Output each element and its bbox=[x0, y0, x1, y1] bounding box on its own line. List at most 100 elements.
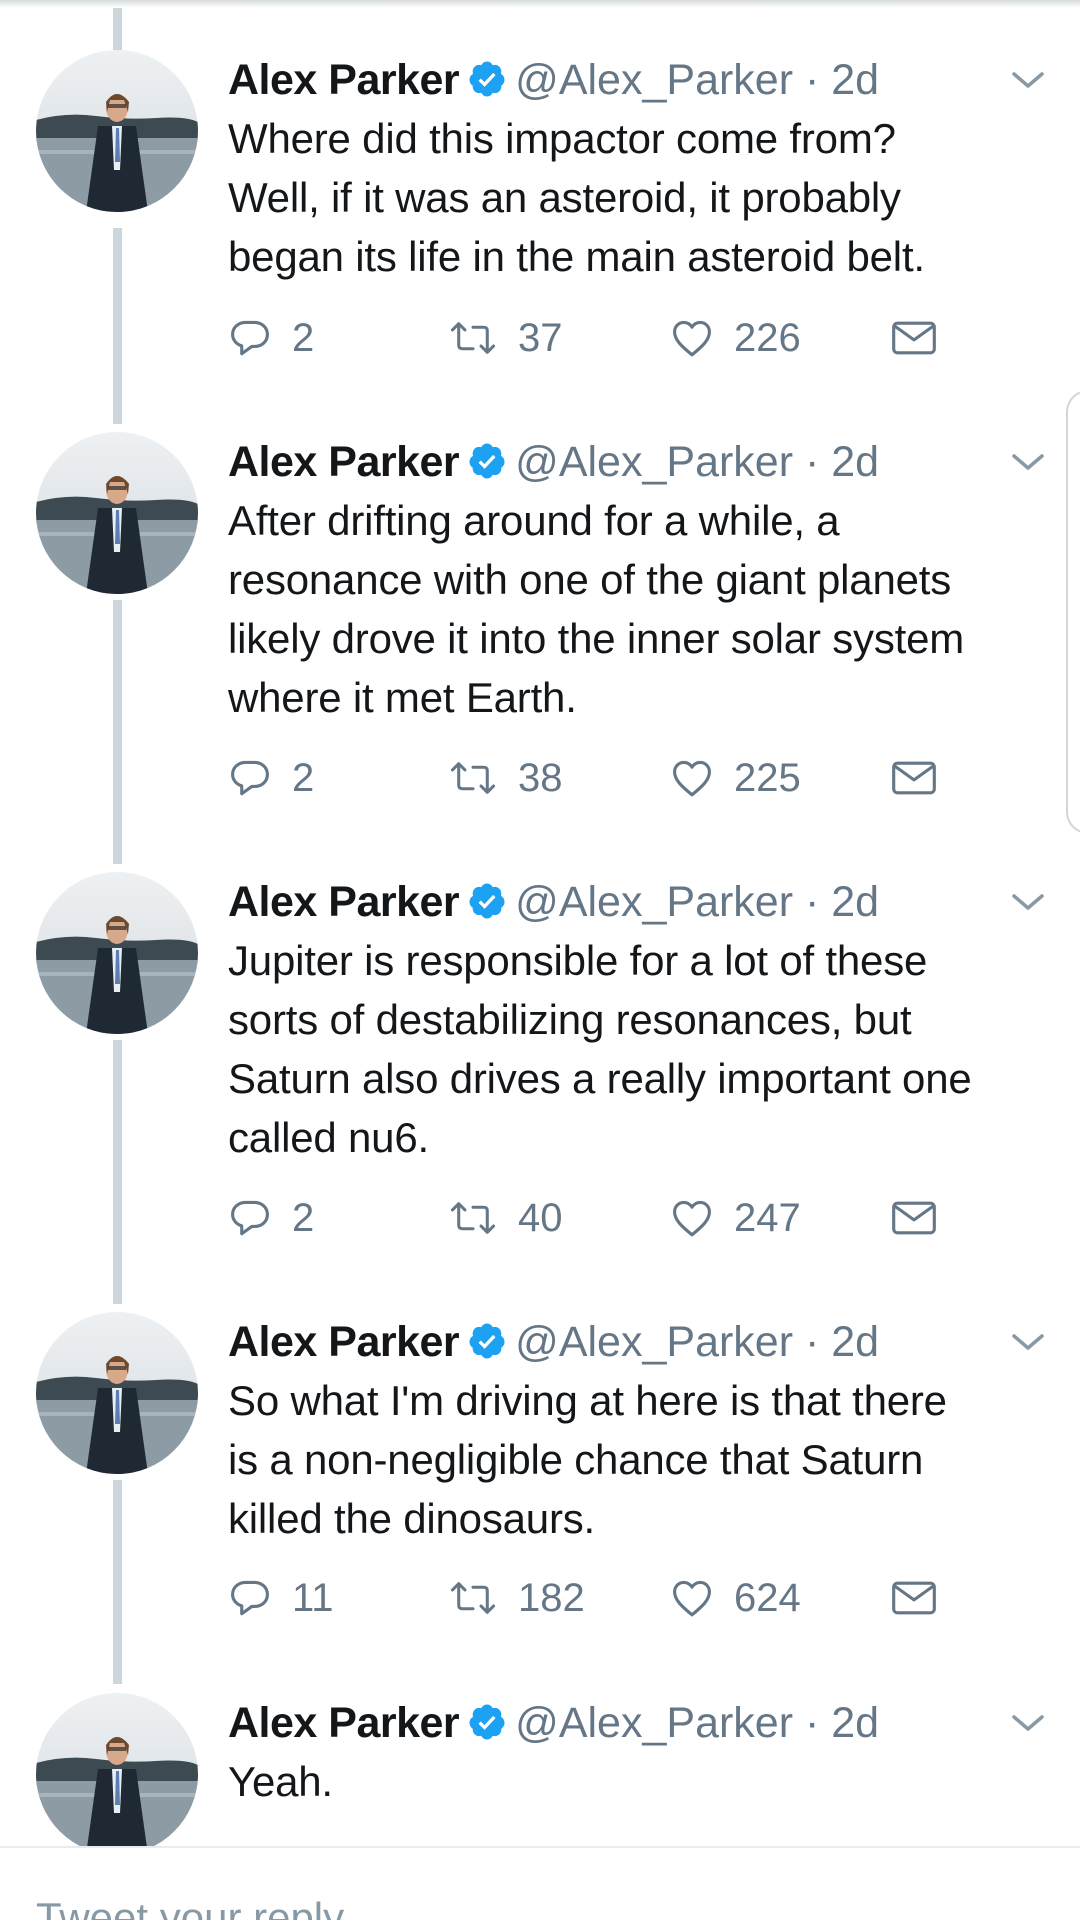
retweet-button[interactable]: 37 bbox=[448, 308, 563, 368]
reply-button[interactable]: 11 bbox=[228, 1568, 334, 1628]
reply-count: 2 bbox=[292, 755, 315, 800]
author-name[interactable]: Alex Parker bbox=[228, 438, 460, 486]
tweet-text-line: called nu6. bbox=[228, 1114, 429, 1161]
retweet-button[interactable]: 40 bbox=[448, 1188, 563, 1248]
like-button[interactable]: 225 bbox=[670, 748, 801, 808]
like-button[interactable]: 226 bbox=[670, 308, 801, 368]
tweet-actions: 2 40 247 bbox=[228, 1188, 948, 1248]
direct-message-button[interactable] bbox=[890, 1568, 938, 1628]
reply-button[interactable]: 2 bbox=[228, 748, 314, 808]
tweet-time[interactable]: 2d bbox=[831, 878, 879, 926]
tweet-text-line: is a non-negligible chance that Saturn bbox=[228, 1436, 924, 1483]
like-button[interactable]: 624 bbox=[670, 1568, 801, 1628]
direct-message-button[interactable] bbox=[890, 748, 938, 808]
reply-icon bbox=[228, 1576, 272, 1620]
tweet-actions: 2 37 226 bbox=[228, 308, 948, 368]
verified-badge-icon bbox=[467, 55, 507, 97]
envelope-icon bbox=[890, 1196, 938, 1240]
like-count: 225 bbox=[734, 755, 801, 800]
verified-badge-icon bbox=[467, 877, 507, 919]
chevron-down-icon[interactable] bbox=[1010, 890, 1046, 914]
retweet-button[interactable]: 182 bbox=[448, 1568, 585, 1628]
thread-line bbox=[113, 8, 122, 50]
retweet-icon bbox=[448, 1576, 498, 1620]
retweet-count: 38 bbox=[518, 755, 563, 800]
envelope-icon bbox=[890, 1576, 938, 1620]
thread-line bbox=[113, 600, 122, 864]
tweet-content: Alex Parker @Alex_Parker · 2d Jupiter is … bbox=[228, 872, 1038, 1167]
time-separator: · bbox=[793, 1318, 832, 1366]
tweet-header: Alex Parker @Alex_Parker · 2d bbox=[228, 1312, 1038, 1372]
avatar[interactable] bbox=[36, 432, 198, 594]
thread-line bbox=[113, 1040, 122, 1304]
chevron-down-icon[interactable] bbox=[1010, 68, 1046, 92]
tweet-header: Alex Parker @Alex_Parker · 2d bbox=[228, 50, 1038, 110]
like-count: 247 bbox=[734, 1195, 801, 1240]
tweet-text-line: resonance with one of the giant planets bbox=[228, 556, 952, 603]
author-handle[interactable]: @Alex_Parker bbox=[515, 56, 793, 104]
envelope-icon bbox=[890, 316, 938, 360]
retweet-count: 182 bbox=[518, 1575, 585, 1620]
time-separator: · bbox=[793, 878, 832, 926]
retweet-count: 40 bbox=[518, 1195, 563, 1240]
reply-button[interactable]: 2 bbox=[228, 1188, 314, 1248]
tweet-text-line: Well, if it was an asteroid, it probably bbox=[228, 174, 901, 221]
tweet-text-line: likely drove it into the inner solar sys… bbox=[228, 615, 965, 662]
time-separator: · bbox=[793, 438, 832, 486]
reply-placeholder[interactable]: Tweet your reply bbox=[36, 1894, 344, 1920]
tweet-header: Alex Parker @Alex_Parker · 2d bbox=[228, 1693, 1038, 1753]
direct-message-button[interactable] bbox=[890, 1188, 938, 1248]
tweet-text: Jupiter is responsible for a lot of thes… bbox=[228, 931, 1038, 1167]
heart-icon bbox=[670, 756, 714, 800]
time-separator: · bbox=[793, 56, 832, 104]
time-separator: · bbox=[793, 1699, 832, 1747]
author-name[interactable]: Alex Parker bbox=[228, 56, 460, 104]
reply-count: 11 bbox=[292, 1575, 334, 1620]
tweet-content: Alex Parker @Alex_Parker · 2d Yeah. bbox=[228, 1693, 1038, 1811]
tweet-text-line: where it met Earth. bbox=[228, 674, 577, 721]
avatar[interactable] bbox=[36, 1693, 198, 1855]
tweet-time[interactable]: 2d bbox=[831, 56, 879, 104]
tweet-time[interactable]: 2d bbox=[831, 1699, 879, 1747]
like-button[interactable]: 247 bbox=[670, 1188, 801, 1248]
tweet-text-line: Yeah. bbox=[228, 1758, 333, 1805]
author-name[interactable]: Alex Parker bbox=[228, 878, 460, 926]
reply-composer[interactable]: Tweet your reply bbox=[0, 1846, 1080, 1920]
author-handle[interactable]: @Alex_Parker bbox=[515, 1318, 793, 1366]
chevron-down-icon[interactable] bbox=[1010, 450, 1046, 474]
author-name[interactable]: Alex Parker bbox=[228, 1699, 460, 1747]
tweet-text-line: After drifting around for a while, a bbox=[228, 497, 840, 544]
tweet-text-line: sorts of destabilizing resonances, but bbox=[228, 996, 912, 1043]
tweet-text-line: began its life in the main asteroid belt… bbox=[228, 233, 925, 280]
verified-badge-icon bbox=[467, 1698, 507, 1740]
author-handle[interactable]: @Alex_Parker bbox=[515, 878, 793, 926]
reply-button[interactable]: 2 bbox=[228, 308, 314, 368]
tweet-text-line: So what I'm driving at here is that ther… bbox=[228, 1377, 947, 1424]
author-handle[interactable]: @Alex_Parker bbox=[515, 1699, 793, 1747]
top-divider bbox=[0, 0, 1080, 8]
avatar[interactable] bbox=[36, 1312, 198, 1474]
chevron-down-icon[interactable] bbox=[1010, 1711, 1046, 1735]
tweet-time[interactable]: 2d bbox=[831, 1318, 879, 1366]
verified-badge-icon bbox=[467, 437, 507, 479]
tweet-text-line: Jupiter is responsible for a lot of thes… bbox=[228, 937, 928, 984]
reply-icon bbox=[228, 756, 272, 800]
reply-count: 2 bbox=[292, 315, 315, 360]
author-name[interactable]: Alex Parker bbox=[228, 1318, 460, 1366]
tweet-time[interactable]: 2d bbox=[831, 438, 879, 486]
author-handle[interactable]: @Alex_Parker bbox=[515, 438, 793, 486]
avatar[interactable] bbox=[36, 50, 198, 212]
tweet-text: Yeah. bbox=[228, 1752, 1038, 1811]
avatar[interactable] bbox=[36, 872, 198, 1034]
reply-count: 2 bbox=[292, 1195, 315, 1240]
retweet-icon bbox=[448, 1196, 498, 1240]
retweet-count: 37 bbox=[518, 315, 563, 360]
chevron-down-icon[interactable] bbox=[1010, 1330, 1046, 1354]
retweet-icon bbox=[448, 316, 498, 360]
tweet-text: So what I'm driving at here is that ther… bbox=[228, 1371, 1038, 1548]
tweet-content: Alex Parker @Alex_Parker · 2d After drift… bbox=[228, 432, 1038, 727]
direct-message-button[interactable] bbox=[890, 308, 938, 368]
tweet-text-line: killed the dinosaurs. bbox=[228, 1495, 596, 1542]
retweet-button[interactable]: 38 bbox=[448, 748, 563, 808]
scroll-edge bbox=[1066, 390, 1080, 834]
